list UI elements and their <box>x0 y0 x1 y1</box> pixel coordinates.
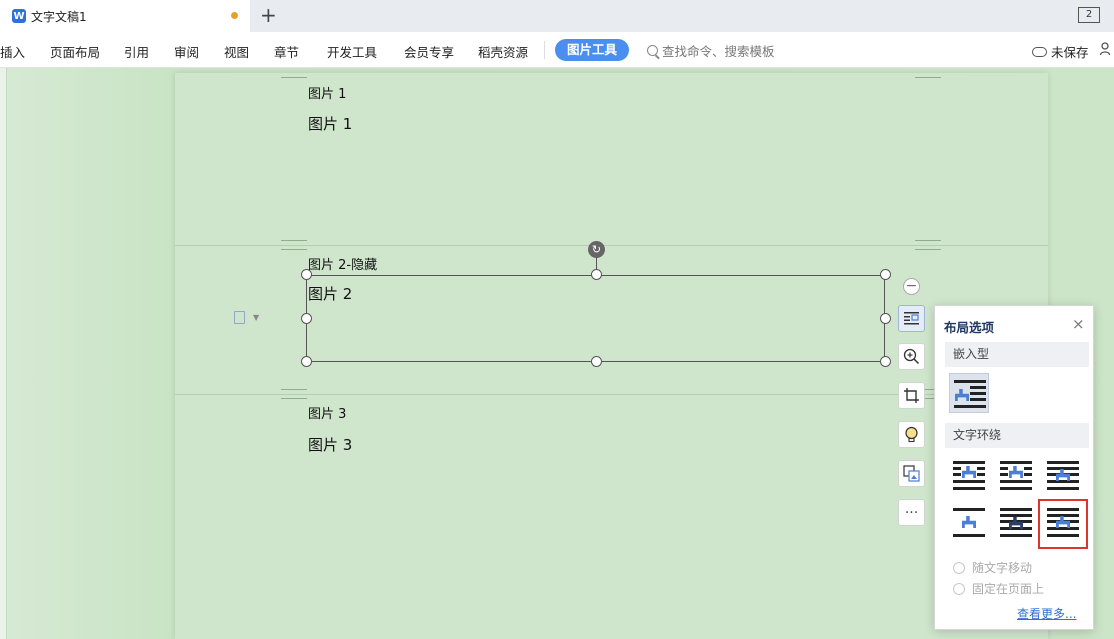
title-bar: W 文字文稿1 + 2 <box>0 0 1114 32</box>
panel-title: 布局选项 <box>944 320 995 335</box>
menu-docer-resources[interactable]: 稻壳资源 <box>478 42 528 61</box>
ribbon-menu-bar: 插入 页面布局 引用 审阅 视图 章节 开发工具 会员专享 稻壳资源 图片工具 … <box>0 32 1114 68</box>
collapse-icon[interactable]: − <box>903 278 920 295</box>
crop-icon <box>904 388 919 403</box>
caption-2-small: 图片 2-隐藏 <box>308 258 378 273</box>
layout-options-button[interactable] <box>898 305 925 332</box>
save-status-label: 未保存 <box>1051 45 1089 60</box>
radio-move-with-text[interactable]: 随文字移动 <box>953 559 1032 576</box>
radio-label: 固定在页面上 <box>972 582 1045 596</box>
more-icon: ··· <box>904 504 919 521</box>
menu-developer[interactable]: 开发工具 <box>327 42 377 61</box>
caption-1-large: 图片 1 <box>308 115 353 133</box>
replace-image-button[interactable] <box>898 460 925 487</box>
command-search[interactable]: 查找命令、搜索模板 <box>647 41 775 60</box>
picture-icon <box>1009 466 1023 478</box>
command-search-placeholder: 查找命令、搜索模板 <box>662 44 775 59</box>
menu-page-layout[interactable]: 页面布局 <box>50 42 100 61</box>
resize-handle-bottom-right[interactable] <box>880 356 891 367</box>
more-options-button[interactable]: ··· <box>898 499 925 526</box>
wrap-option-inline[interactable] <box>949 373 989 413</box>
radio-circle[interactable] <box>953 582 965 595</box>
see-more-link[interactable]: 查看更多... <box>1017 605 1076 622</box>
picture-icon <box>955 389 969 401</box>
picture-icon <box>962 516 976 528</box>
crop-mark <box>915 240 941 250</box>
menu-review[interactable]: 审阅 <box>174 42 199 61</box>
save-status-button[interactable]: 未保存 <box>1032 42 1089 61</box>
cloud-icon <box>1032 46 1047 57</box>
crop-mark <box>281 70 307 78</box>
section-text-wrap: 文字环绕 <box>945 423 1089 448</box>
replace-image-icon <box>903 465 920 482</box>
menu-section[interactable]: 章节 <box>274 42 299 61</box>
resize-handle-right[interactable] <box>880 313 891 324</box>
radio-label: 随文字移动 <box>972 561 1033 575</box>
new-tab-button[interactable]: + <box>260 4 277 26</box>
resize-handle-left[interactable] <box>301 313 312 324</box>
unsaved-dot-icon <box>231 12 238 19</box>
rotate-handle-icon[interactable]: ↻ <box>588 241 605 258</box>
window-switch-button[interactable]: 2 <box>1078 7 1100 23</box>
document-tab[interactable]: W 文字文稿1 <box>0 0 250 32</box>
resize-handle-top-right[interactable] <box>880 269 891 280</box>
crop-mark <box>281 240 307 250</box>
layout-options-panel: 布局选项 × 嵌入型 文字环绕 随文字移动 固定在页面上 查看更多... <box>934 305 1094 630</box>
resize-handle-bottom-left[interactable] <box>301 356 312 367</box>
menu-references[interactable]: 引用 <box>124 42 149 61</box>
smart-suggest-button[interactable] <box>898 421 925 448</box>
zoom-in-icon <box>903 348 920 365</box>
resize-handle-top-left[interactable] <box>301 269 312 280</box>
crop-button[interactable] <box>898 382 925 409</box>
layout-options-icon <box>904 312 919 325</box>
menu-member[interactable]: 会员专享 <box>404 42 454 61</box>
resize-handle-top[interactable] <box>591 269 602 280</box>
crop-mark <box>915 70 941 78</box>
picture-icon <box>962 466 976 478</box>
caption-3-small: 图片 3 <box>308 407 347 422</box>
wrap-option-behind-text[interactable] <box>996 504 1036 544</box>
selected-image-frame[interactable] <box>306 275 885 362</box>
wrap-option-tight[interactable] <box>996 457 1036 497</box>
paragraph-icon[interactable] <box>234 311 245 324</box>
close-icon[interactable]: × <box>1072 315 1085 333</box>
zoom-in-button[interactable] <box>898 343 925 370</box>
writer-app-icon: W <box>12 9 26 23</box>
menu-separator <box>544 41 545 59</box>
menu-insert[interactable]: 插入 <box>0 42 25 61</box>
wrap-option-square[interactable] <box>949 457 989 497</box>
radio-fix-on-page[interactable]: 固定在页面上 <box>953 580 1044 597</box>
caption-3-large: 图片 3 <box>308 436 353 454</box>
menu-view[interactable]: 视图 <box>224 42 249 61</box>
wrap-option-top-bottom[interactable] <box>949 504 989 544</box>
wrap-option-through[interactable] <box>1043 457 1083 497</box>
left-ruler-strip <box>0 68 7 639</box>
section-inline: 嵌入型 <box>945 342 1089 367</box>
wrap-option-in-front-of-text[interactable] <box>1038 499 1088 549</box>
caption-1-small: 图片 1 <box>308 87 347 102</box>
search-icon <box>647 45 658 56</box>
tab-picture-tools[interactable]: 图片工具 <box>555 39 629 61</box>
idea-bulb-icon <box>905 426 918 443</box>
share-user-icon[interactable] <box>1100 42 1112 56</box>
radio-circle[interactable] <box>953 561 965 574</box>
document-name: 文字文稿1 <box>31 9 87 24</box>
resize-handle-bottom[interactable] <box>591 356 602 367</box>
crop-mark <box>281 389 307 399</box>
chevron-down-icon[interactable]: ▼ <box>253 313 259 322</box>
